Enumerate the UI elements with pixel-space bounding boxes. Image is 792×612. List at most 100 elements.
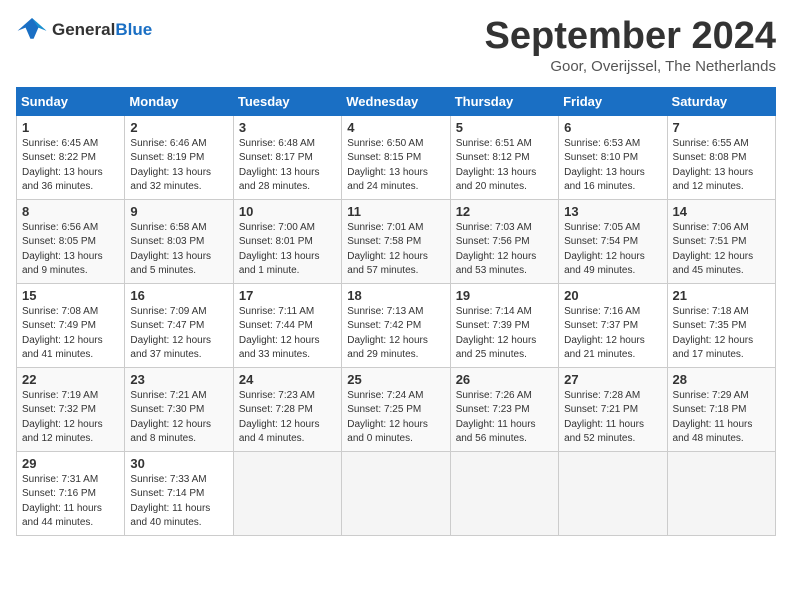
day-number: 21: [673, 288, 770, 303]
calendar-day: [342, 451, 450, 535]
day-number: 1: [22, 120, 119, 135]
calendar-week-row: 29 Sunrise: 7:31 AMSunset: 7:16 PMDaylig…: [17, 451, 776, 535]
weekday-header: Thursday: [450, 87, 558, 115]
calendar-day: 2 Sunrise: 6:46 AMSunset: 8:19 PMDayligh…: [125, 115, 233, 199]
day-info: Sunrise: 7:00 AMSunset: 8:01 PMDaylight:…: [239, 221, 336, 279]
day-number: 25: [347, 372, 444, 387]
weekday-header: Friday: [559, 87, 667, 115]
day-info: Sunrise: 7:33 AMSunset: 7:14 PMDaylight:…: [130, 473, 227, 531]
calendar-day: 27 Sunrise: 7:28 AMSunset: 7:21 PMDaylig…: [559, 367, 667, 451]
day-number: 19: [456, 288, 553, 303]
calendar-week-row: 1 Sunrise: 6:45 AMSunset: 8:22 PMDayligh…: [17, 115, 776, 199]
day-number: 17: [239, 288, 336, 303]
day-number: 18: [347, 288, 444, 303]
day-number: 6: [564, 120, 661, 135]
calendar-day: 13 Sunrise: 7:05 AMSunset: 7:54 PMDaylig…: [559, 199, 667, 283]
day-info: Sunrise: 7:08 AMSunset: 7:49 PMDaylight:…: [22, 305, 119, 363]
day-number: 30: [130, 456, 227, 471]
calendar-day: 19 Sunrise: 7:14 AMSunset: 7:39 PMDaylig…: [450, 283, 558, 367]
calendar-day: 4 Sunrise: 6:50 AMSunset: 8:15 PMDayligh…: [342, 115, 450, 199]
day-number: 3: [239, 120, 336, 135]
calendar-week-row: 15 Sunrise: 7:08 AMSunset: 7:49 PMDaylig…: [17, 283, 776, 367]
day-number: 27: [564, 372, 661, 387]
calendar-day: 15 Sunrise: 7:08 AMSunset: 7:49 PMDaylig…: [17, 283, 125, 367]
day-info: Sunrise: 7:06 AMSunset: 7:51 PMDaylight:…: [673, 221, 770, 279]
calendar-day: 5 Sunrise: 6:51 AMSunset: 8:12 PMDayligh…: [450, 115, 558, 199]
calendar-day: 16 Sunrise: 7:09 AMSunset: 7:47 PMDaylig…: [125, 283, 233, 367]
calendar-week-row: 22 Sunrise: 7:19 AMSunset: 7:32 PMDaylig…: [17, 367, 776, 451]
logo-text: GeneralBlue: [52, 20, 152, 40]
calendar-day: 9 Sunrise: 6:58 AMSunset: 8:03 PMDayligh…: [125, 199, 233, 283]
day-info: Sunrise: 7:05 AMSunset: 7:54 PMDaylight:…: [564, 221, 661, 279]
day-info: Sunrise: 6:50 AMSunset: 8:15 PMDaylight:…: [347, 137, 444, 195]
day-info: Sunrise: 7:14 AMSunset: 7:39 PMDaylight:…: [456, 305, 553, 363]
day-number: 5: [456, 120, 553, 135]
day-info: Sunrise: 7:01 AMSunset: 7:58 PMDaylight:…: [347, 221, 444, 279]
calendar-week-row: 8 Sunrise: 6:56 AMSunset: 8:05 PMDayligh…: [17, 199, 776, 283]
day-info: Sunrise: 7:28 AMSunset: 7:21 PMDaylight:…: [564, 389, 661, 447]
day-info: Sunrise: 7:13 AMSunset: 7:42 PMDaylight:…: [347, 305, 444, 363]
calendar-day: [233, 451, 341, 535]
calendar-day: 21 Sunrise: 7:18 AMSunset: 7:35 PMDaylig…: [667, 283, 775, 367]
calendar-day: 26 Sunrise: 7:26 AMSunset: 7:23 PMDaylig…: [450, 367, 558, 451]
calendar-day: 10 Sunrise: 7:00 AMSunset: 8:01 PMDaylig…: [233, 199, 341, 283]
calendar-day: 30 Sunrise: 7:33 AMSunset: 7:14 PMDaylig…: [125, 451, 233, 535]
day-info: Sunrise: 6:51 AMSunset: 8:12 PMDaylight:…: [456, 137, 553, 195]
day-number: 8: [22, 204, 119, 219]
calendar-day: 23 Sunrise: 7:21 AMSunset: 7:30 PMDaylig…: [125, 367, 233, 451]
calendar-day: [450, 451, 558, 535]
calendar-day: 6 Sunrise: 6:53 AMSunset: 8:10 PMDayligh…: [559, 115, 667, 199]
day-number: 10: [239, 204, 336, 219]
day-info: Sunrise: 6:48 AMSunset: 8:17 PMDaylight:…: [239, 137, 336, 195]
calendar-day: 28 Sunrise: 7:29 AMSunset: 7:18 PMDaylig…: [667, 367, 775, 451]
day-number: 16: [130, 288, 227, 303]
calendar-day: 25 Sunrise: 7:24 AMSunset: 7:25 PMDaylig…: [342, 367, 450, 451]
day-number: 9: [130, 204, 227, 219]
day-number: 4: [347, 120, 444, 135]
calendar-day: 22 Sunrise: 7:19 AMSunset: 7:32 PMDaylig…: [17, 367, 125, 451]
calendar-day: [667, 451, 775, 535]
calendar-day: 24 Sunrise: 7:23 AMSunset: 7:28 PMDaylig…: [233, 367, 341, 451]
calendar-day: 7 Sunrise: 6:55 AMSunset: 8:08 PMDayligh…: [667, 115, 775, 199]
day-info: Sunrise: 7:26 AMSunset: 7:23 PMDaylight:…: [456, 389, 553, 447]
day-number: 22: [22, 372, 119, 387]
day-info: Sunrise: 6:45 AMSunset: 8:22 PMDaylight:…: [22, 137, 119, 195]
day-info: Sunrise: 7:19 AMSunset: 7:32 PMDaylight:…: [22, 389, 119, 447]
subtitle: Goor, Overijssel, The Netherlands: [485, 58, 777, 75]
logo: GeneralBlue: [16, 16, 152, 44]
day-info: Sunrise: 7:24 AMSunset: 7:25 PMDaylight:…: [347, 389, 444, 447]
day-info: Sunrise: 7:21 AMSunset: 7:30 PMDaylight:…: [130, 389, 227, 447]
calendar-day: 3 Sunrise: 6:48 AMSunset: 8:17 PMDayligh…: [233, 115, 341, 199]
day-number: 14: [673, 204, 770, 219]
day-number: 13: [564, 204, 661, 219]
day-number: 11: [347, 204, 444, 219]
calendar: SundayMondayTuesdayWednesdayThursdayFrid…: [16, 87, 776, 536]
weekday-header: Tuesday: [233, 87, 341, 115]
weekday-header: Saturday: [667, 87, 775, 115]
day-number: 7: [673, 120, 770, 135]
day-info: Sunrise: 7:16 AMSunset: 7:37 PMDaylight:…: [564, 305, 661, 363]
title-area: September 2024 Goor, Overijssel, The Net…: [485, 16, 777, 75]
day-info: Sunrise: 7:31 AMSunset: 7:16 PMDaylight:…: [22, 473, 119, 531]
calendar-day: 17 Sunrise: 7:11 AMSunset: 7:44 PMDaylig…: [233, 283, 341, 367]
weekday-header: Monday: [125, 87, 233, 115]
day-number: 23: [130, 372, 227, 387]
day-number: 12: [456, 204, 553, 219]
day-info: Sunrise: 7:03 AMSunset: 7:56 PMDaylight:…: [456, 221, 553, 279]
calendar-day: [559, 451, 667, 535]
calendar-day: 1 Sunrise: 6:45 AMSunset: 8:22 PMDayligh…: [17, 115, 125, 199]
weekday-header: Sunday: [17, 87, 125, 115]
calendar-day: 8 Sunrise: 6:56 AMSunset: 8:05 PMDayligh…: [17, 199, 125, 283]
logo-icon: [16, 16, 48, 44]
calendar-day: 11 Sunrise: 7:01 AMSunset: 7:58 PMDaylig…: [342, 199, 450, 283]
day-number: 26: [456, 372, 553, 387]
calendar-day: 20 Sunrise: 7:16 AMSunset: 7:37 PMDaylig…: [559, 283, 667, 367]
day-number: 20: [564, 288, 661, 303]
day-info: Sunrise: 6:53 AMSunset: 8:10 PMDaylight:…: [564, 137, 661, 195]
day-number: 15: [22, 288, 119, 303]
day-info: Sunrise: 7:11 AMSunset: 7:44 PMDaylight:…: [239, 305, 336, 363]
header: GeneralBlue September 2024 Goor, Overijs…: [16, 16, 776, 75]
calendar-day: 18 Sunrise: 7:13 AMSunset: 7:42 PMDaylig…: [342, 283, 450, 367]
day-info: Sunrise: 6:46 AMSunset: 8:19 PMDaylight:…: [130, 137, 227, 195]
day-number: 2: [130, 120, 227, 135]
